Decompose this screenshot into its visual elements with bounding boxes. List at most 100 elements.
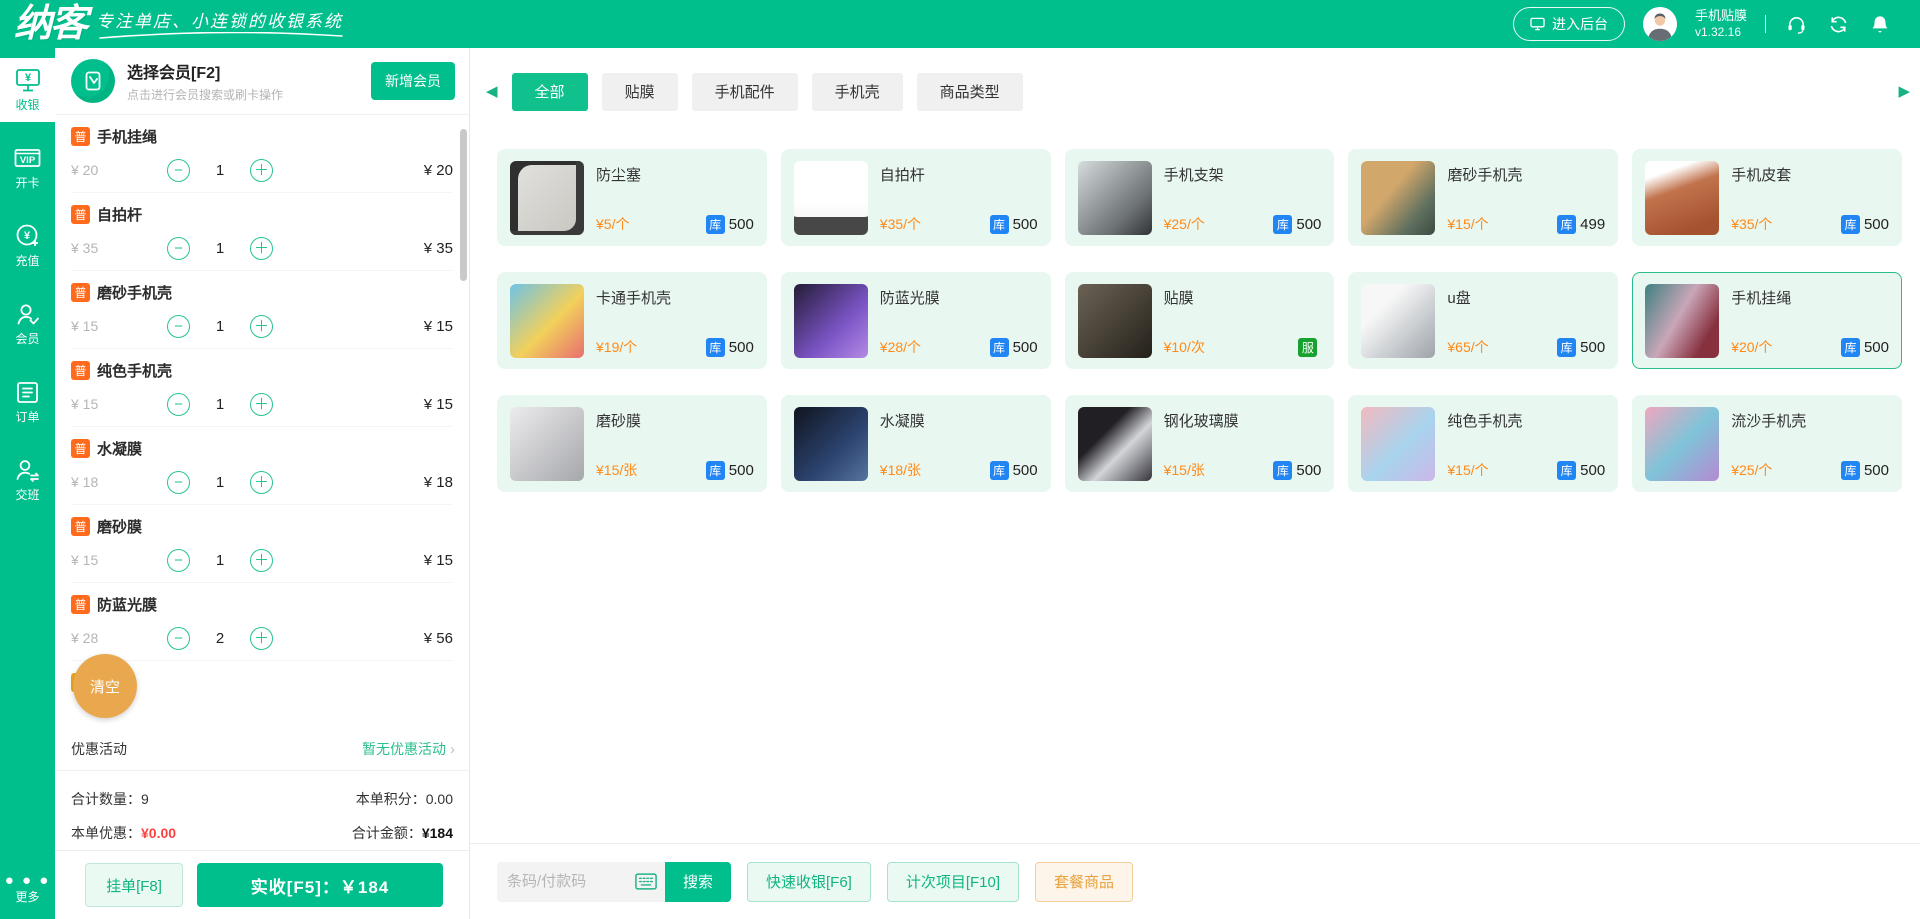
cart-scrollbar[interactable]	[460, 129, 467, 281]
add-member-button[interactable]: 新增会员	[371, 62, 455, 100]
decrease-quantity-button[interactable]: −	[167, 393, 190, 416]
brand-tagline: 专注单店、小连锁的收银系统	[96, 7, 346, 46]
product-name: 防蓝光膜	[880, 287, 1038, 308]
product-card[interactable]: 卡通手机壳 ¥19/个 库 500	[497, 272, 767, 369]
product-image	[1361, 407, 1435, 481]
increase-quantity-button[interactable]: ＋	[250, 471, 273, 494]
user-avatar[interactable]	[1643, 7, 1677, 41]
product-image	[1645, 284, 1719, 358]
quick-checkout-button[interactable]: 快速收银[F6]	[747, 862, 871, 902]
product-card[interactable]: 手机支架 ¥25/个 库 500	[1065, 149, 1335, 246]
clear-cart-button[interactable]: 清空	[73, 654, 137, 718]
sidebar: ¥ 收银 VIP 开卡 ¥ 充值 会员 订单 交班 ● ● ● 更多	[0, 48, 55, 919]
sync-icon[interactable]	[1826, 12, 1850, 36]
product-card[interactable]: 纯色手机壳 ¥15/个 库 500	[1348, 395, 1618, 492]
decrease-quantity-button[interactable]: −	[167, 315, 190, 338]
decrease-quantity-button[interactable]: −	[167, 627, 190, 650]
product-card[interactable]: 贴膜 ¥10/次 服	[1065, 272, 1335, 369]
sidebar-item-shift[interactable]: 交班	[0, 448, 55, 512]
product-card[interactable]: 磨砂膜 ¥15/张 库 500	[497, 395, 767, 492]
cart-item[interactable]: 普 防蓝光膜 ¥ 28 − 2 ＋ ¥ 56	[71, 583, 453, 661]
member-icon	[14, 301, 42, 327]
increase-quantity-button[interactable]: ＋	[250, 549, 273, 572]
stock-badge: 库	[1841, 215, 1860, 234]
cart-item[interactable]: 普 磨砂膜 ¥ 15 − 1 ＋ ¥ 15	[71, 505, 453, 583]
cart-item[interactable]: 普 自拍杆 ¥ 35 − 1 ＋ ¥ 35	[71, 193, 453, 271]
main-area: ◀ 全部贴膜手机配件手机壳商品类型 ▶ 防尘塞 ¥5/个 库 500 自拍杆 ¥…	[470, 48, 1920, 919]
barcode-input[interactable]	[507, 873, 635, 890]
decrease-quantity-button[interactable]: −	[167, 237, 190, 260]
category-prev-icon[interactable]: ◀	[486, 84, 498, 99]
member-texts: 选择会员[F2] 点击进行会员搜索或刷卡操作	[127, 59, 359, 103]
sidebar-item-members[interactable]: 会员	[0, 292, 55, 356]
decrease-quantity-button[interactable]: −	[167, 159, 190, 182]
increase-quantity-button[interactable]: ＋	[250, 393, 273, 416]
product-image	[1361, 284, 1435, 358]
search-button[interactable]: 搜索	[665, 862, 731, 902]
product-card[interactable]: 手机挂绳 ¥20/个 库 500	[1632, 272, 1902, 369]
promo-row[interactable]: 优惠活动 暂无优惠活动 ›	[55, 729, 469, 771]
product-card[interactable]: 磨砂手机壳 ¥15/个 库 499	[1348, 149, 1618, 246]
order-list-icon	[14, 379, 42, 405]
sidebar-item-recharge[interactable]: ¥ 充值	[0, 214, 55, 278]
product-card[interactable]: 流沙手机壳 ¥25/个 库 500	[1632, 395, 1902, 492]
item-quantity: 1	[200, 552, 240, 569]
member-select-header[interactable]: 选择会员[F2] 点击进行会员搜索或刷卡操作 新增会员	[55, 48, 469, 115]
cart-item[interactable]: 普 手机挂绳 ¥ 20 − 1 ＋ ¥ 20	[71, 115, 453, 193]
sidebar-item-open-card[interactable]: VIP 开卡	[0, 136, 55, 200]
decrease-quantity-button[interactable]: −	[167, 471, 190, 494]
product-card[interactable]: 手机皮套 ¥35/个 库 500	[1632, 149, 1902, 246]
svg-text:¥: ¥	[24, 72, 31, 84]
product-price: ¥19/个	[596, 337, 637, 357]
hold-order-button[interactable]: 挂单[F8]	[85, 863, 183, 907]
cart-actions: 挂单[F8] 实收[F5]：￥184	[55, 850, 469, 919]
increase-quantity-button[interactable]: ＋	[250, 315, 273, 338]
product-card[interactable]: 防蓝光膜 ¥28/个 库 500	[781, 272, 1051, 369]
product-name: 手机挂绳	[1731, 287, 1889, 308]
top-bar: 纳客 专注单店、小连锁的收银系统 进入后台 手机贴膜 v1.32.16	[0, 0, 1920, 48]
sidebar-item-label: 充值	[15, 252, 39, 269]
enter-backoffice-button[interactable]: 进入后台	[1513, 7, 1625, 41]
decrease-quantity-button[interactable]: −	[167, 549, 190, 572]
increase-quantity-button[interactable]: ＋	[250, 237, 273, 260]
item-unit-price: ¥ 18	[71, 474, 167, 490]
item-type-badge: 普	[71, 439, 90, 458]
bell-icon[interactable]	[1868, 12, 1892, 36]
category-tab[interactable]: 手机壳	[812, 73, 903, 111]
keyboard-icon[interactable]	[635, 873, 657, 890]
product-card[interactable]: u盘 ¥65/个 库 500	[1348, 272, 1618, 369]
product-price: ¥35/个	[880, 214, 921, 234]
item-name: 手机挂绳	[97, 126, 157, 147]
item-name: 防蓝光膜	[97, 594, 157, 615]
increase-quantity-button[interactable]: ＋	[250, 159, 273, 182]
count-items-button[interactable]: 计次项目[F10]	[887, 862, 1019, 902]
customer-service-icon[interactable]	[1784, 12, 1808, 36]
item-name: 磨砂手机壳	[97, 282, 172, 303]
combo-products-button[interactable]: 套餐商品	[1035, 862, 1133, 902]
sidebar-item-label: 订单	[15, 408, 39, 425]
category-tab[interactable]: 贴膜	[602, 73, 678, 111]
product-card[interactable]: 水凝膜 ¥18/张 库 500	[781, 395, 1051, 492]
app-version: v1.32.16	[1695, 25, 1747, 40]
stock-badge: 库	[1557, 461, 1576, 480]
cart-list[interactable]: 普 手机挂绳 ¥ 20 − 1 ＋ ¥ 20 普 自拍杆 ¥ 35 − 1 ＋ …	[55, 115, 469, 729]
product-card[interactable]: 自拍杆 ¥35/个 库 500	[781, 149, 1051, 246]
product-card[interactable]: 钢化玻璃膜 ¥15/张 库 500	[1065, 395, 1335, 492]
product-card[interactable]: 防尘塞 ¥5/个 库 500	[497, 149, 767, 246]
sidebar-item-more[interactable]: ● ● ● 更多	[0, 866, 55, 919]
product-price: ¥15/个	[1447, 460, 1488, 480]
cart-item[interactable]: 普 水凝膜 ¥ 18 − 1 ＋ ¥ 18	[71, 427, 453, 505]
cart-item[interactable]: 普 纯色手机壳 ¥ 15 − 1 ＋ ¥ 15	[71, 349, 453, 427]
increase-quantity-button[interactable]: ＋	[250, 627, 273, 650]
category-next-icon[interactable]: ▶	[1898, 84, 1910, 99]
category-tab[interactable]: 手机配件	[692, 73, 798, 111]
stock-badge: 库	[706, 338, 725, 357]
category-tab[interactable]: 商品类型	[917, 73, 1023, 111]
sidebar-item-orders[interactable]: 订单	[0, 370, 55, 434]
cart-item[interactable]: 普 磨砂手机壳 ¥ 15 − 1 ＋ ¥ 15	[71, 271, 453, 349]
checkout-button[interactable]: 实收[F5]：￥184	[197, 863, 443, 907]
sidebar-item-cashier[interactable]: ¥ 收银	[0, 58, 55, 122]
product-name: 手机支架	[1164, 164, 1322, 185]
category-tab[interactable]: 全部	[512, 73, 588, 111]
item-unit-price: ¥ 15	[71, 552, 167, 568]
